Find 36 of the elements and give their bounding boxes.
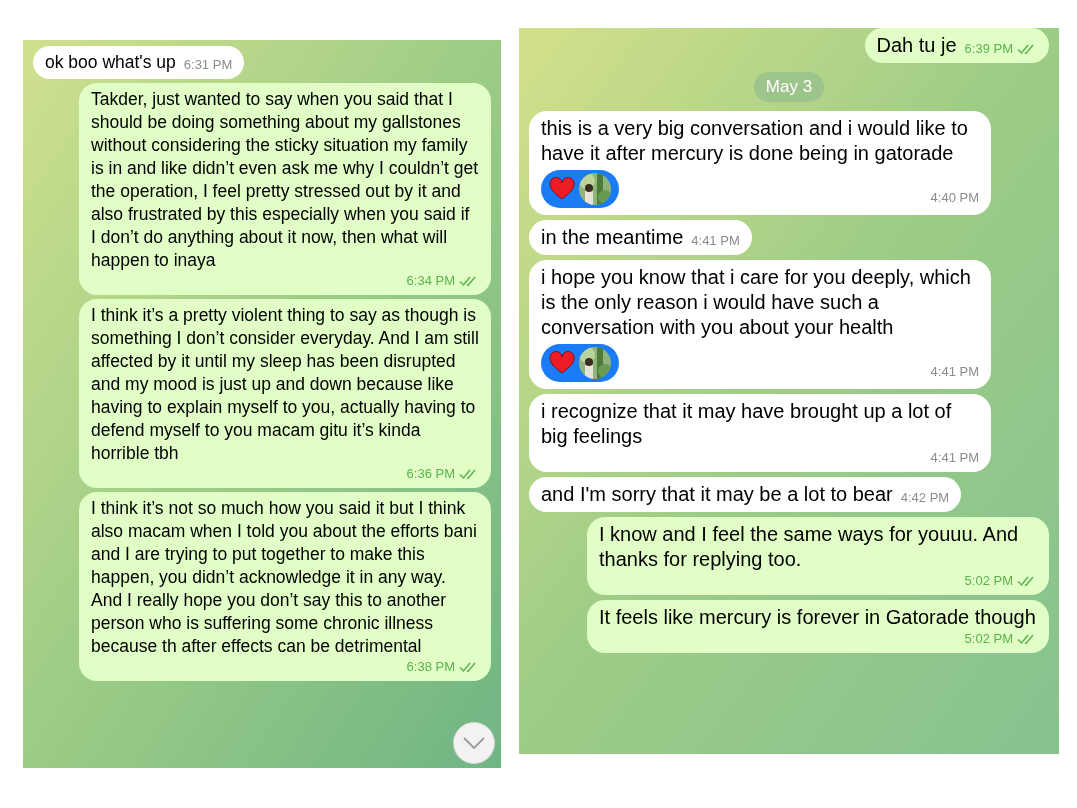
message-text: Takder, just wanted to say when you said that I should be doing something about my gallstones without considering the sticky situation my family is in and like didn’t even ask me why I couldn’t get the operation, I feel pretty stressed out by it and also frustrated by this especially when you said if I don’t do anything about it now, then what will happen to inaya (91, 88, 479, 272)
message-time: 5:02 PM (956, 629, 1037, 648)
double-check-icon (1017, 574, 1037, 587)
message-time: 4:41 PM (930, 363, 979, 381)
chevron-down-icon (463, 737, 485, 749)
message-text: Dah tu je (876, 33, 957, 58)
message-text: It feels like mercury is forever in Gatorade though (599, 604, 1036, 630)
double-check-icon (1017, 632, 1037, 645)
reaction-pill[interactable] (541, 343, 619, 382)
message-time: 6:38 PM (398, 658, 479, 676)
double-check-icon (459, 468, 479, 480)
message-text: ok boo what's up (45, 51, 176, 74)
reaction-pill[interactable] (541, 169, 619, 208)
message-time: 4:41 PM (929, 448, 979, 467)
message-text: I think it’s a pretty violent thing to say as though is something I don’t consider everyday. And I am still affected by it until my sleep has been disrupted and my mood is just up and down because like having to explain myself to you, actually having to defend myself to you macam gitu it’s kinda horrible tbh (91, 304, 479, 465)
message-text: this is a very big conversation and i would like to have it after mercury is done being in gatorade (541, 115, 969, 166)
message-time: 6:31 PM (182, 56, 233, 74)
message-time: 6:34 PM (398, 272, 479, 290)
message-text: i hope you know that i care for you deeply, which is the only reason i would have such a conversation with you about your health (541, 264, 972, 340)
double-check-icon (459, 275, 479, 287)
message-time: 4:41 PM (690, 231, 740, 250)
message-time: 6:39 PM (956, 40, 1037, 58)
heart-icon (549, 350, 575, 375)
double-check-icon (459, 661, 479, 673)
heart-icon (549, 176, 575, 201)
message-text: I think it’s not so much how you said it but I think also macam when I told you about the efforts bani and I are trying to put together to make this happen, you didn’t acknowledge it in any way. And I really hope you don’t say this to another person who is suffering some chronic illness because th after effects can be detrimental (91, 497, 478, 658)
message-text: i recognize that it may have brought up a lot of big feelings (541, 398, 953, 449)
message-text: I know and I feel the same ways for youuu. And thanks for replying too. (599, 521, 1020, 572)
message-time: 4:40 PM (930, 189, 979, 207)
message-text: in the meantime (541, 224, 684, 250)
message-text: and I'm sorry that it may be a lot to bear (541, 481, 893, 507)
date-label: May 3 (753, 72, 825, 102)
message-time: 5:02 PM (956, 571, 1037, 590)
double-check-icon (1017, 43, 1037, 55)
message-time: 6:36 PM (398, 465, 479, 483)
message-time: 4:42 PM (899, 488, 950, 507)
